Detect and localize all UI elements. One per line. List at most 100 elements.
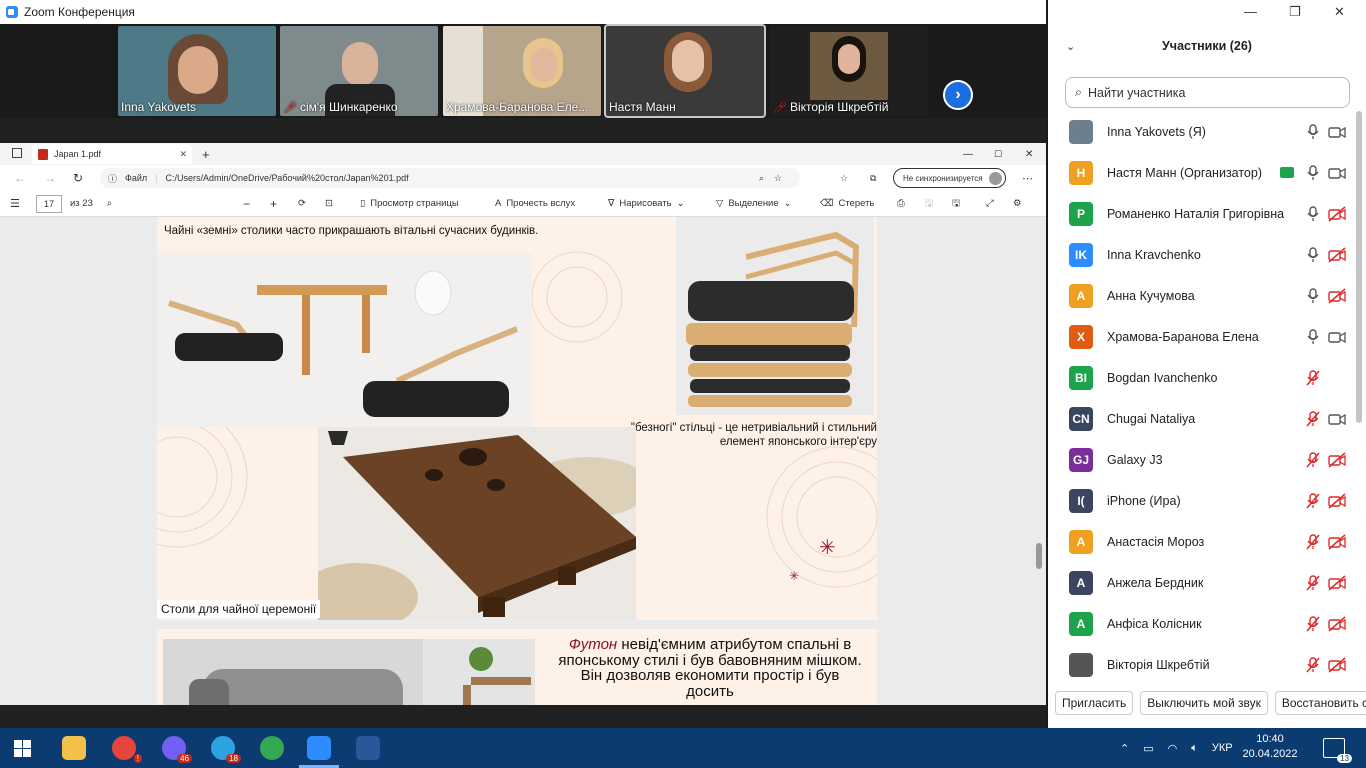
next-videos-button[interactable]: › <box>943 80 973 110</box>
close-window-icon[interactable]: ✕ <box>1334 4 1345 20</box>
rotate-icon[interactable]: ⟳ <box>298 198 306 209</box>
collections-icon[interactable]: ⧉ <box>870 173 876 184</box>
participant-row[interactable]: А Анжела Бердник <box>1048 562 1354 603</box>
chrome-icon[interactable]: ! <box>112 736 142 763</box>
video-tile[interactable]: Храмова-Баранова Еле... <box>443 26 601 116</box>
refresh-icon[interactable]: ↻ <box>73 171 83 185</box>
video-tile[interactable]: Inna Yakovets <box>118 26 276 116</box>
participant-row[interactable]: I(iPhone (Ира) <box>1048 480 1354 521</box>
camera-icon[interactable] <box>1328 165 1346 181</box>
forward-arrow-icon[interactable]: → <box>44 171 56 185</box>
invite-button[interactable]: Пригласить <box>1055 691 1134 715</box>
participant-row[interactable]: А Анфіса Колісник <box>1048 603 1354 644</box>
participant-row[interactable]: Вікторія Шкребтій <box>1048 644 1354 685</box>
favorites-icon[interactable]: ☆ <box>840 173 848 184</box>
telegram-icon[interactable]: 18 <box>211 736 241 763</box>
chrome-profile-icon[interactable] <box>260 736 284 760</box>
camera-off-icon[interactable] <box>1328 493 1346 509</box>
microphone-muted-icon[interactable] <box>1306 534 1320 550</box>
video-tile[interactable]: 🎤︎ Вікторія Шкребтій <box>770 26 928 116</box>
camera-off-icon[interactable] <box>1328 657 1346 673</box>
close-window-icon[interactable]: ✕ <box>1025 149 1033 160</box>
camera-icon[interactable] <box>1328 124 1346 140</box>
read-aloud-button[interactable]: A Прочесть вслух <box>495 198 575 209</box>
notifications-icon[interactable]: 13 <box>1323 738 1352 763</box>
battery-icon[interactable]: ▭ <box>1143 742 1153 755</box>
minimize-icon[interactable]: — <box>1244 4 1257 19</box>
participant-list-scrollbar[interactable] <box>1356 111 1362 423</box>
page-view-button[interactable]: ▯ Просмотр страницы <box>360 198 459 209</box>
fullscreen-icon[interactable]: ⤢ <box>986 198 994 209</box>
mute-me-button[interactable]: Выключить мой звук <box>1140 691 1268 715</box>
new-tab-button[interactable]: + <box>202 147 210 162</box>
participant-row[interactable]: Р Романенко Наталія Григорівна <box>1048 193 1354 234</box>
pdf-scrollbar-thumb[interactable] <box>1036 543 1042 569</box>
minimize-icon[interactable]: — <box>963 149 973 160</box>
print-icon[interactable]: ⎙ <box>897 198 905 209</box>
microphone-icon[interactable] <box>1306 329 1320 345</box>
participant-row[interactable]: BI Bogdan Ivanchenko <box>1048 357 1354 398</box>
windows-start-icon[interactable] <box>14 740 31 757</box>
camera-off-icon[interactable] <box>1328 575 1346 591</box>
participant-row[interactable]: А Анастасія Мороз <box>1048 521 1354 562</box>
page-number-input[interactable]: 17 <box>36 194 62 213</box>
word-app-icon[interactable] <box>356 736 380 760</box>
tab-actions-icon[interactable] <box>12 148 22 158</box>
chevron-up-icon[interactable]: ⌃ <box>1120 742 1129 755</box>
camera-off-icon[interactable] <box>1328 206 1346 222</box>
camera-off-icon[interactable] <box>1328 288 1346 304</box>
restore-window-icon[interactable]: ❐ <box>1289 4 1301 20</box>
address-bar[interactable]: ⓘ Файл | C:/Users/Admin/OneDrive/Рабочий… <box>100 168 800 188</box>
participant-row[interactable]: GJ Galaxy J3 <box>1048 439 1354 480</box>
participant-row[interactable]: Х Храмова-Баранова Елена <box>1048 316 1354 357</box>
browser-tab[interactable]: Japan 1.pdf ✕ <box>32 144 192 164</box>
microphone-muted-icon[interactable] <box>1306 370 1320 386</box>
camera-off-icon[interactable] <box>1328 452 1346 468</box>
highlight-button[interactable]: ▽ Выделение ⌄ <box>716 198 792 209</box>
microphone-muted-icon[interactable] <box>1306 616 1320 632</box>
participant-row[interactable]: IK Inna Kravchenko <box>1048 234 1354 275</box>
video-tile[interactable]: 🎤︎ сім'я Шинкаренко <box>280 26 438 116</box>
contents-list-icon[interactable]: ☰ <box>10 197 20 210</box>
participant-row[interactable]: Inna Yakovets (Я) <box>1048 111 1354 152</box>
fit-page-icon[interactable]: ⊡ <box>325 198 333 209</box>
microphone-icon[interactable] <box>1306 288 1320 304</box>
microphone-icon[interactable] <box>1306 247 1320 263</box>
zoom-in-icon[interactable]: + <box>270 197 277 211</box>
microphone-muted-icon[interactable] <box>1306 452 1320 468</box>
more-options-icon[interactable]: ⋯ <box>1022 172 1033 185</box>
microphone-muted-icon[interactable] <box>1306 657 1320 673</box>
participant-row[interactable]: Н Настя Манн (Организатор) <box>1048 152 1354 193</box>
microphone-muted-icon[interactable] <box>1306 493 1320 509</box>
search-icon[interactable]: ⌕ <box>107 198 112 209</box>
wifi-icon[interactable]: ◠ <box>1168 742 1178 755</box>
save-icon[interactable]: 🖫︎ <box>925 196 933 212</box>
zoom-star-icons[interactable]: ⌕☆ <box>759 173 792 184</box>
zoom-out-icon[interactable]: − <box>243 197 250 211</box>
back-arrow-icon[interactable]: ← <box>14 171 26 185</box>
video-tile-active[interactable]: Настя Манн <box>604 24 766 118</box>
zoom-app-icon[interactable] <box>307 736 331 760</box>
viber-icon[interactable]: 46 <box>162 736 192 763</box>
participant-row[interactable]: А Анна Кучумова <box>1048 275 1354 316</box>
volume-icon[interactable]: 🔈︎ <box>1191 742 1198 755</box>
settings-gear-icon[interactable]: ⚙ <box>1013 198 1022 209</box>
camera-off-icon[interactable] <box>1328 534 1346 550</box>
camera-icon[interactable] <box>1328 329 1346 345</box>
camera-off-icon[interactable] <box>1328 247 1346 263</box>
draw-button[interactable]: ∇ Нарисовать ⌄ <box>608 198 685 209</box>
microphone-icon[interactable] <box>1306 124 1320 140</box>
microphone-icon[interactable] <box>1306 165 1320 181</box>
file-explorer-icon[interactable] <box>62 736 86 760</box>
camera-icon[interactable] <box>1328 411 1346 427</box>
microphone-muted-icon[interactable] <box>1306 411 1320 427</box>
restore-button[interactable]: Восстановить стат <box>1274 691 1366 715</box>
microphone-muted-icon[interactable] <box>1306 575 1320 591</box>
clock[interactable]: 10:40 20.04.2022 <box>1240 732 1300 762</box>
sync-status-button[interactable]: Не синхронизируется <box>893 168 1006 188</box>
erase-button[interactable]: ⌫ Стереть <box>820 198 874 209</box>
participant-row[interactable]: CN Chugai Nataliya <box>1048 398 1354 439</box>
microphone-icon[interactable] <box>1306 206 1320 222</box>
close-icon[interactable]: ✕ <box>179 149 187 160</box>
participant-search-input[interactable]: ⌕ Найти участника <box>1065 77 1350 108</box>
